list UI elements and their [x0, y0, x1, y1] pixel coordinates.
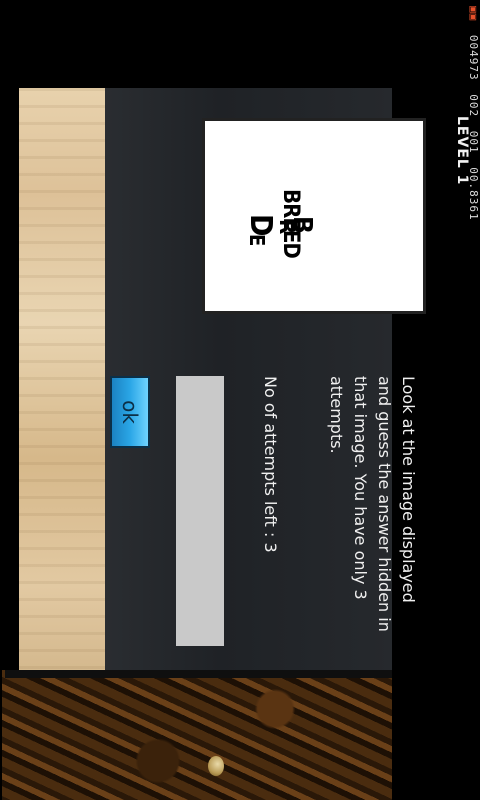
attempts-left-label: No of attempts left : 3 [261, 376, 280, 553]
instructions-text: Look at the image displayed and guess th… [327, 376, 418, 632]
answer-input[interactable] [176, 376, 224, 646]
wooden-floor [2, 670, 392, 800]
status-field-2: 002 [467, 94, 480, 118]
coin-icon [208, 756, 224, 776]
level-title: LEVEL 1 [454, 116, 470, 186]
status-alert-icon: ▣▣ [467, 6, 480, 22]
game-screen: ▣▣ 004973 002 001 00.8361 LEVEL 1 BREED … [0, 0, 480, 800]
puzzle-letter-d: D [243, 214, 278, 237]
floor-trim [5, 670, 392, 678]
puzzle-letter-r: R [274, 219, 299, 235]
ok-button[interactable]: ok [110, 376, 150, 448]
puzzle-image: BREED B R E D [202, 118, 426, 314]
status-field-1: 004973 [467, 34, 480, 81]
